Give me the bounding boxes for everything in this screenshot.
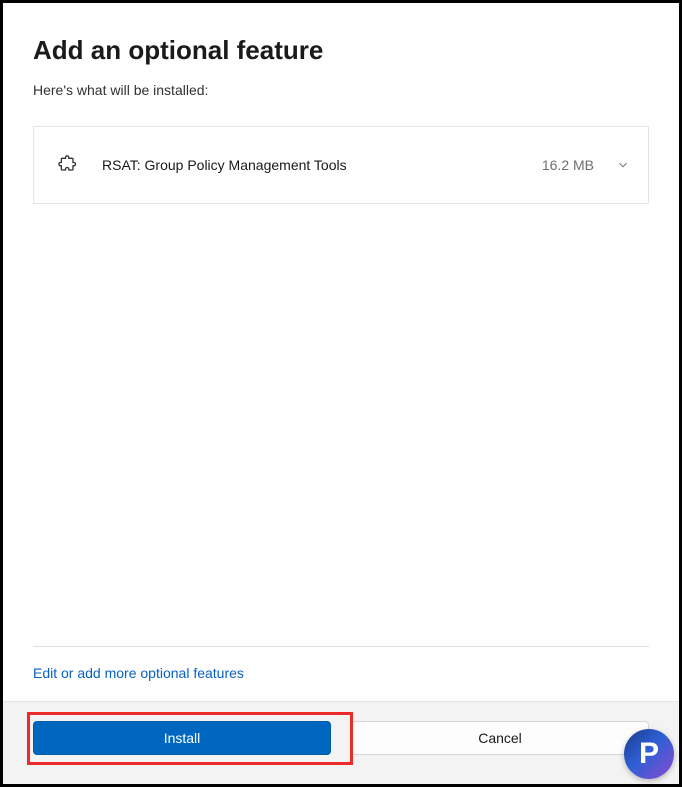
feature-name: RSAT: Group Policy Management Tools <box>102 157 542 173</box>
cancel-button[interactable]: Cancel <box>351 721 649 755</box>
install-button[interactable]: Install <box>33 721 331 755</box>
feature-list: RSAT: Group Policy Management Tools 16.2… <box>33 126 649 204</box>
chevron-down-icon <box>616 158 630 172</box>
watermark-logo: P <box>622 727 676 781</box>
logo-letter: P <box>624 729 674 779</box>
page-subtitle: Here's what will be installed: <box>33 82 649 98</box>
page-title: Add an optional feature <box>33 35 649 66</box>
dialog-footer: Install Cancel P <box>3 701 679 784</box>
edit-features-link[interactable]: Edit or add more optional features <box>33 665 244 681</box>
puzzle-piece-icon <box>58 155 78 175</box>
feature-size: 16.2 MB <box>542 157 594 173</box>
feature-row[interactable]: RSAT: Group Policy Management Tools 16.2… <box>33 127 649 204</box>
